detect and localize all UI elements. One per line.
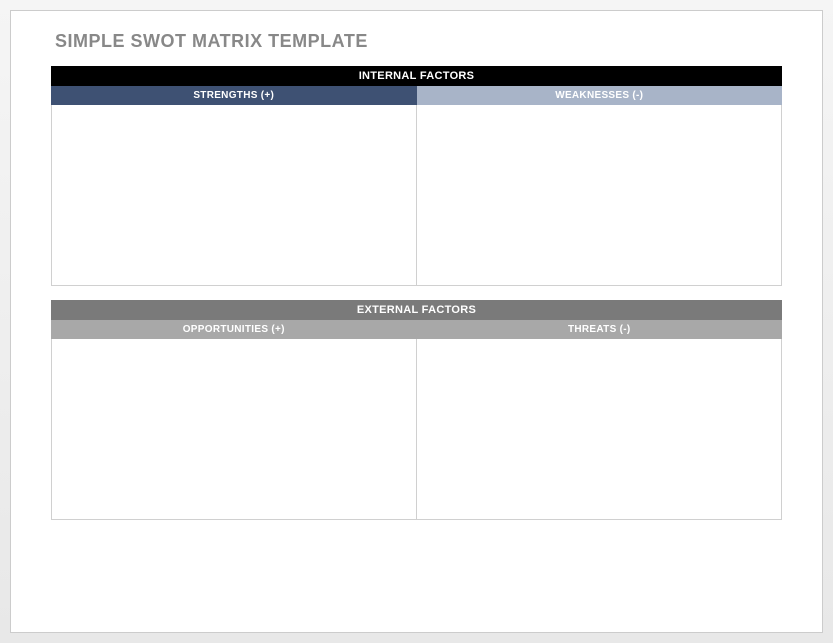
internal-factors-section: INTERNAL FACTORS STRENGTHS (+) WEAKNESSE…	[51, 66, 782, 286]
document-page: SIMPLE SWOT MATRIX TEMPLATE INTERNAL FAC…	[10, 10, 823, 633]
opportunities-cell[interactable]	[52, 339, 417, 519]
internal-content-row	[51, 105, 782, 286]
external-factors-header: EXTERNAL FACTORS	[51, 300, 782, 320]
external-column-headers: OPPORTUNITIES (+) THREATS (-)	[51, 320, 782, 339]
weaknesses-header: WEAKNESSES (-)	[417, 86, 783, 105]
internal-factors-header: INTERNAL FACTORS	[51, 66, 782, 86]
internal-column-headers: STRENGTHS (+) WEAKNESSES (-)	[51, 86, 782, 105]
page-title: SIMPLE SWOT MATRIX TEMPLATE	[55, 31, 782, 52]
threats-header: THREATS (-)	[417, 320, 783, 339]
strengths-cell[interactable]	[52, 105, 417, 285]
external-factors-section: EXTERNAL FACTORS OPPORTUNITIES (+) THREA…	[51, 300, 782, 520]
threats-cell[interactable]	[417, 339, 781, 519]
external-content-row	[51, 339, 782, 520]
strengths-header: STRENGTHS (+)	[51, 86, 417, 105]
opportunities-header: OPPORTUNITIES (+)	[51, 320, 417, 339]
weaknesses-cell[interactable]	[417, 105, 781, 285]
